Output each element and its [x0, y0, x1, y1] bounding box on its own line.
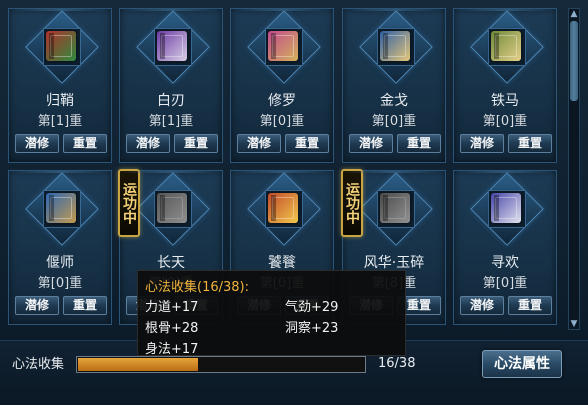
reset-button[interactable]: 重置: [285, 134, 329, 153]
skill-book-icon[interactable]: [491, 31, 521, 61]
skill-level: 第[0]重: [482, 276, 528, 291]
skill-level: 第[0]重: [259, 114, 305, 129]
skill-book-icon[interactable]: [380, 31, 410, 61]
tooltip-stat-constitution: 根骨+28: [145, 321, 199, 336]
reset-button[interactable]: 重置: [508, 296, 552, 315]
skill-card[interactable]: 归鞘第[1]重潜修 重置: [8, 8, 112, 163]
reset-button[interactable]: 重置: [508, 134, 552, 153]
skill-book-icon[interactable]: [157, 31, 187, 61]
skill-book-icon[interactable]: [268, 31, 298, 61]
skill-name: 长天: [157, 255, 185, 271]
tooltip-stat-energy: 气劲+29: [285, 300, 339, 315]
skill-name: 风华·玉碎: [363, 255, 425, 271]
skill-name: 金戈: [380, 93, 408, 109]
skill-book-icon[interactable]: [46, 31, 76, 61]
scroll-up-arrow-icon[interactable]: ▲: [569, 9, 579, 19]
cultivate-button[interactable]: 潜修: [126, 134, 170, 153]
skill-book-icon[interactable]: [380, 193, 410, 223]
skill-name: 饕餮: [268, 255, 296, 271]
skill-book-icon[interactable]: [46, 193, 76, 223]
collection-label: 心法收集: [12, 357, 65, 372]
skill-card[interactable]: 寻欢第[0]重潜修 重置: [453, 170, 557, 325]
skill-name: 白刃: [157, 93, 185, 109]
tooltip-stat-insight: 洞察+23: [285, 321, 339, 336]
collection-tooltip: 心法收集(16/38): 力道+17 气劲+29 根骨+28 洞察+23 身法+…: [137, 270, 406, 357]
reset-button[interactable]: 重置: [63, 134, 107, 153]
collection-progress-text: 16/38: [378, 356, 416, 371]
skill-card[interactable]: 修罗第[0]重潜修 重置: [230, 8, 334, 163]
skill-book-icon[interactable]: [268, 193, 298, 223]
skill-level: 第[0]重: [37, 276, 83, 291]
cultivate-button[interactable]: 潜修: [460, 134, 504, 153]
scrollbar[interactable]: ▲ ▼: [568, 8, 580, 330]
reset-button[interactable]: 重置: [63, 296, 107, 315]
skill-level: 第[1]重: [37, 114, 83, 129]
skill-name: 偃师: [46, 255, 74, 271]
reset-button[interactable]: 重置: [174, 134, 218, 153]
skill-attributes-button[interactable]: 心法属性: [482, 350, 562, 378]
skill-name: 修罗: [268, 93, 296, 109]
skill-card[interactable]: 白刃第[1]重潜修 重置: [119, 8, 223, 163]
skill-level: 第[1]重: [148, 114, 194, 129]
tooltip-stat-agility: 身法+17: [145, 342, 199, 357]
collection-progress-fill: [78, 358, 199, 371]
skill-name: 寻欢: [491, 255, 519, 271]
scroll-down-arrow-icon[interactable]: ▼: [569, 319, 579, 329]
skill-card[interactable]: 偃师第[0]重潜修 重置: [8, 170, 112, 325]
skill-level: 第[0]重: [482, 114, 528, 129]
reset-button[interactable]: 重置: [397, 134, 441, 153]
scroll-thumb[interactable]: [570, 21, 578, 101]
tooltip-stat-strength: 力道+17: [145, 300, 199, 315]
skill-name: 归鞘: [46, 93, 74, 109]
collection-progress-bar: [76, 356, 366, 373]
cultivate-button[interactable]: 潜修: [15, 296, 59, 315]
cultivate-button[interactable]: 潜修: [349, 134, 393, 153]
cultivate-button[interactable]: 潜修: [460, 296, 504, 315]
skill-card[interactable]: 铁马第[0]重潜修 重置: [453, 8, 557, 163]
running-badge: 运功中: [341, 169, 363, 237]
tooltip-title: 心法收集(16/38):: [145, 280, 249, 295]
cultivate-button[interactable]: 潜修: [15, 134, 59, 153]
running-badge: 运功中: [118, 169, 140, 237]
skill-book-icon[interactable]: [491, 193, 521, 223]
skill-card[interactable]: 金戈第[0]重潜修 重置: [342, 8, 446, 163]
skill-name: 铁马: [491, 93, 519, 109]
cultivate-button[interactable]: 潜修: [237, 134, 281, 153]
skill-book-icon[interactable]: [157, 193, 187, 223]
skill-level: 第[0]重: [371, 114, 417, 129]
